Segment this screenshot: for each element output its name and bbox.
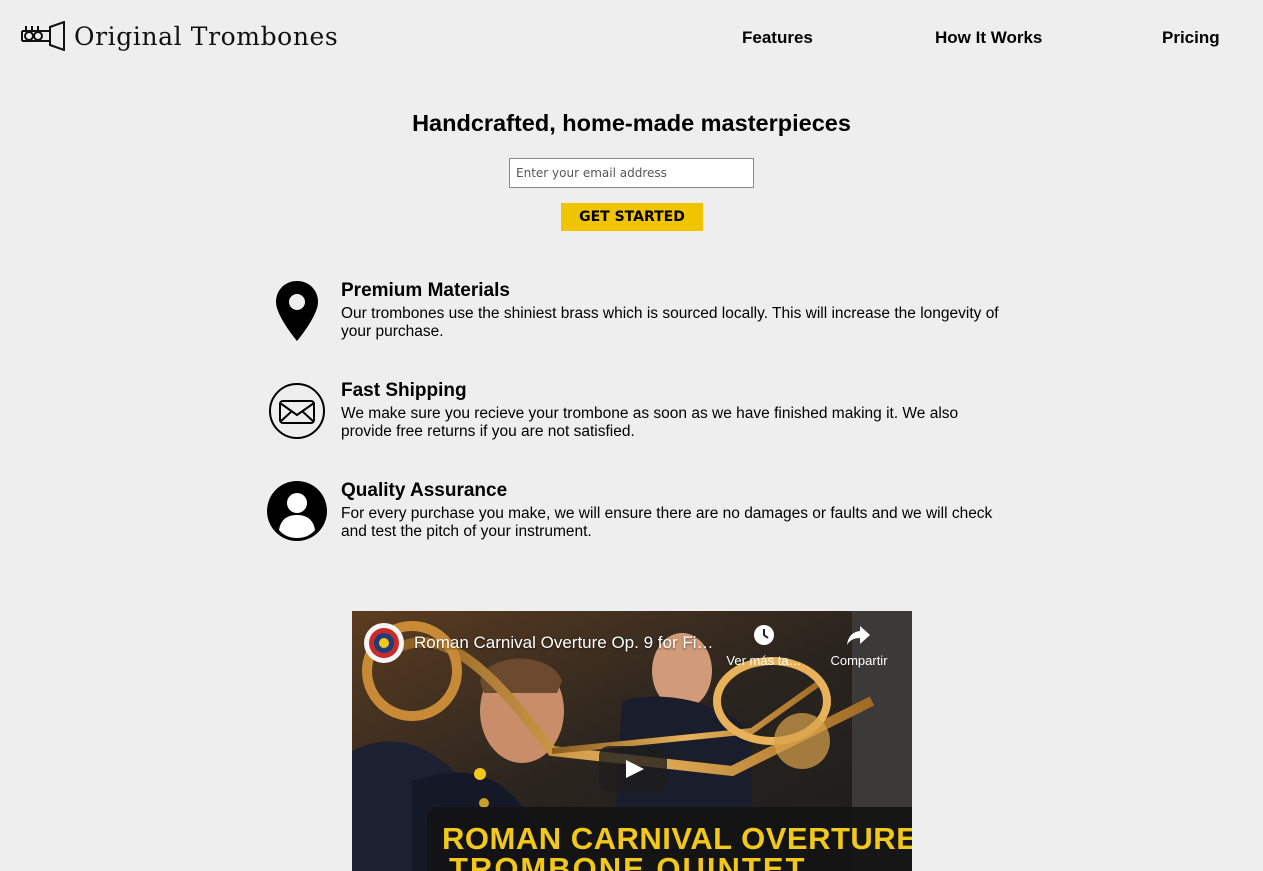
video-banner: ROMAN CARNIVAL OVERTURE TROMBONE QUINTET xyxy=(427,807,912,871)
feature-title: Fast Shipping xyxy=(341,380,467,401)
watch-later-button[interactable]: Ver más ta… xyxy=(724,623,804,668)
user-icon xyxy=(267,481,327,541)
play-button[interactable] xyxy=(599,746,667,792)
feature-text: Our trombones use the shiniest brass whi… xyxy=(341,305,999,340)
map-pin-icon xyxy=(276,281,318,341)
share-label: Compartir xyxy=(830,653,888,668)
get-started-button[interactable]: GET STARTED xyxy=(561,203,703,231)
feature-title: Premium Materials xyxy=(341,280,510,301)
feature-fast-shipping: Fast Shipping We make sure you recieve y… xyxy=(266,380,1026,450)
email-input[interactable] xyxy=(509,158,754,188)
nav-features[interactable]: Features xyxy=(742,28,813,48)
channel-avatar[interactable] xyxy=(364,623,404,663)
envelope-icon xyxy=(269,383,325,439)
trombone-icon xyxy=(21,21,65,51)
logo-text: Original Trombones xyxy=(74,21,339,51)
clock-icon xyxy=(754,625,774,645)
banner-line-2: TROMBONE QUINTET xyxy=(449,851,807,871)
logo[interactable]: Original Trombones xyxy=(20,18,338,54)
hero-title: Handcrafted, home-made masterpieces xyxy=(412,110,851,136)
nav-how-it-works[interactable]: How It Works xyxy=(935,28,1042,48)
nav-pricing[interactable]: Pricing xyxy=(1162,28,1220,48)
play-icon xyxy=(626,760,644,778)
feature-text: For every purchase you make, we will ens… xyxy=(341,505,993,540)
feature-quality-assurance: Quality Assurance For every purchase you… xyxy=(266,480,1026,550)
site-header: Original Trombones Features How It Works… xyxy=(0,0,1263,75)
feature-text: We make sure you recieve your trombone a… xyxy=(341,405,959,440)
watch-later-label: Ver más ta… xyxy=(726,653,802,668)
feature-title: Quality Assurance xyxy=(341,480,508,501)
share-button[interactable]: Compartir xyxy=(824,623,894,668)
share-icon xyxy=(847,626,870,645)
video-player[interactable]: Roman Carnival Overture Op. 9 for Fi… Ve… xyxy=(352,611,912,871)
feature-premium-materials: Premium Materials Our trombones use the … xyxy=(266,280,1026,350)
video-title[interactable]: Roman Carnival Overture Op. 9 for Fi… xyxy=(414,633,713,653)
